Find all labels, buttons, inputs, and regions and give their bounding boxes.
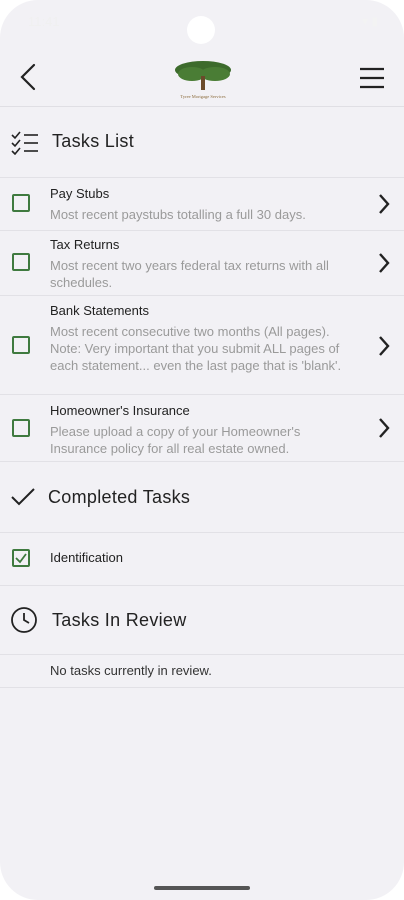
task-description: Most recent paystubs totalling a full 30… (50, 207, 306, 222)
chevron-right-icon[interactable] (376, 251, 392, 275)
task-title: Bank Statements (50, 303, 149, 318)
review-empty-row: No tasks currently in review. (0, 655, 404, 688)
back-arrow-icon[interactable] (16, 62, 42, 92)
tasks-list-header: Tasks List (0, 107, 404, 178)
section-title-completed-tasks: Completed Tasks (48, 487, 191, 507)
hamburger-menu-icon[interactable] (358, 66, 386, 90)
task-checkbox[interactable] (12, 419, 30, 437)
task-title: Homeowner's Insurance (50, 403, 190, 418)
app-screen: 11:41 ▾ ▮ Tyree Mortgage Services Tasks … (0, 0, 404, 900)
svg-text:Tyree Mortgage Services: Tyree Mortgage Services (180, 94, 225, 99)
section-title-tasks-list: Tasks List (52, 131, 135, 151)
home-indicator[interactable] (154, 886, 250, 890)
task-description: Most recent consecutive two months (All … (50, 324, 342, 373)
task-row-tax-returns[interactable]: Tax Returns Most recent two years federa… (0, 231, 404, 296)
clock-icon (11, 607, 37, 633)
completed-tasks-header: Completed Tasks (0, 462, 404, 533)
chevron-right-icon[interactable] (376, 192, 392, 216)
company-logo: Tyree Mortgage Services (175, 61, 231, 99)
task-title: Identification (50, 550, 123, 565)
task-checkbox[interactable] (12, 336, 30, 354)
completed-row-identification[interactable]: Identification (0, 533, 404, 586)
task-row-bank-statements[interactable]: Bank Statements Most recent consecutive … (0, 296, 404, 395)
status-icons: ▾ ▮ (362, 14, 378, 28)
status-bar: 11:41 ▾ ▮ (0, 0, 404, 44)
tasks-in-review-header: Tasks In Review (0, 586, 404, 655)
review-empty-text: No tasks currently in review. (50, 663, 212, 678)
task-row-homeowners-insurance[interactable]: Homeowner's Insurance Please upload a co… (0, 395, 404, 462)
check-icon (15, 553, 27, 564)
checkmark-icon (11, 488, 35, 506)
status-time: 11:41 (28, 14, 60, 29)
task-description: Most recent two years federal tax return… (50, 258, 329, 290)
task-row-pay-stubs[interactable]: Pay Stubs Most recent paystubs totalling… (0, 178, 404, 231)
app-header: Tyree Mortgage Services (0, 44, 404, 107)
completed-checkbox[interactable] (12, 549, 30, 567)
task-description: Please upload a copy of your Homeowner's… (50, 424, 301, 456)
section-title-tasks-in-review: Tasks In Review (52, 610, 187, 630)
chevron-right-icon[interactable] (376, 416, 392, 440)
checklist-icon (11, 131, 38, 155)
task-title: Tax Returns (50, 237, 120, 252)
task-title: Pay Stubs (50, 186, 110, 201)
camera-cutout (187, 16, 215, 44)
task-checkbox[interactable] (12, 253, 30, 271)
chevron-right-icon[interactable] (376, 334, 392, 358)
task-checkbox[interactable] (12, 194, 30, 212)
